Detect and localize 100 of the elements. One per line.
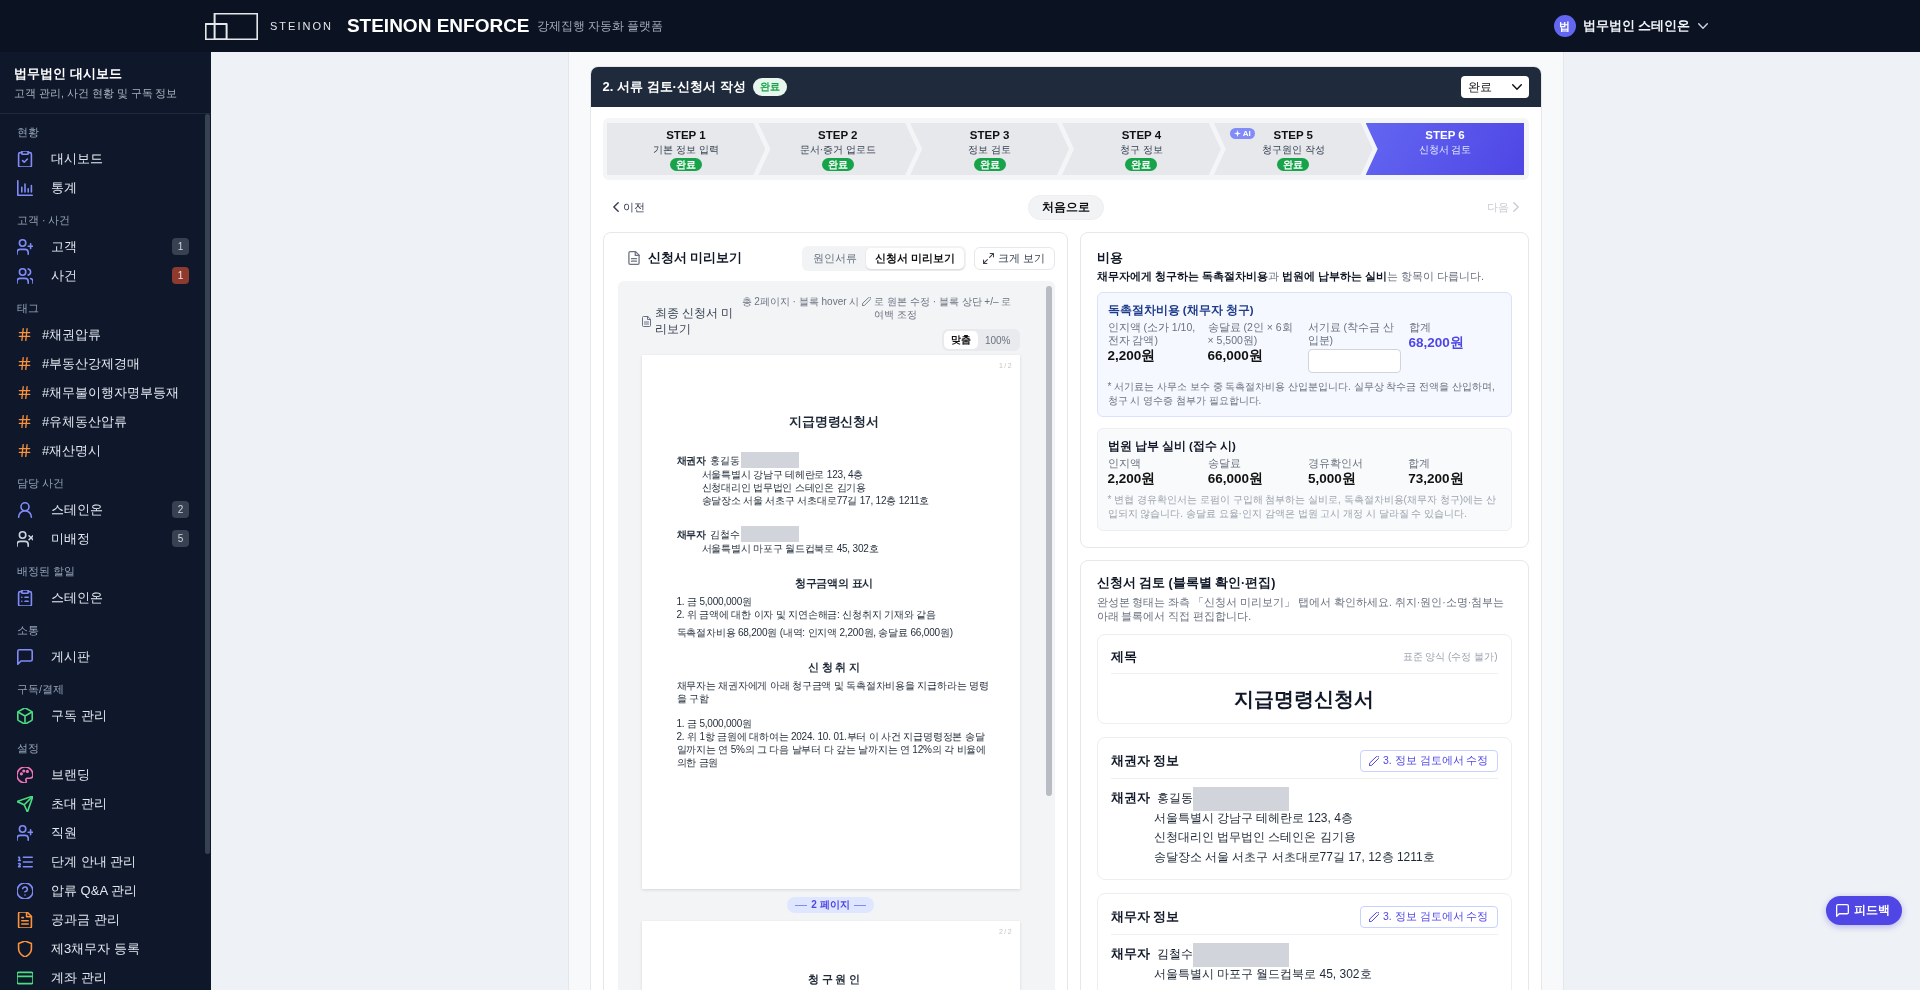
cost-value: 66,000원 <box>1207 470 1264 487</box>
page-divider: 2 페이지 <box>787 897 874 913</box>
document-heading: 청 구 원 인 <box>808 972 860 986</box>
hash-icon <box>18 386 31 399</box>
party-name: 홍길동 <box>1156 790 1193 808</box>
brand-name: STEINON <box>270 20 333 32</box>
step-tab[interactable]: STEP 2 문서·증거 업로드 완료 <box>758 123 918 175</box>
question-icon <box>17 882 33 899</box>
hint-text: 총 2페이지 · 블록 hover 시 <box>741 295 860 308</box>
view-tab[interactable]: 신청서 미리보기 <box>866 247 965 269</box>
scrollbar-thumb[interactable] <box>205 114 210 854</box>
note-text: * 서기료는 사무소 보수 중 독촉절차비용 산입분입니다. 실무상 착수금 전액을 산입하며, 청구 시 영수증 첨부가 필요합니다. <box>1107 380 1496 408</box>
home-button[interactable]: 처음으로 <box>1027 194 1104 220</box>
bar-chart-icon <box>17 179 33 196</box>
note-text: * 변협 경유확인서는 로펌이 구입해 첨부하는 실비로, 독촉절차비용(채무자 청구)에는 산입되지 않습니다. 송달료 요율·인지 감액은 법원 고시 개정 시 달라질 수 있습니다. <box>1107 493 1497 521</box>
pencil-icon <box>862 297 872 306</box>
document-icon <box>641 315 651 327</box>
sidebar-item[interactable]: 스테인온 <box>6 583 205 612</box>
section-heading: 태그 <box>16 301 40 316</box>
sidebar-item[interactable]: 게시판 <box>6 642 205 671</box>
list-item: 2. 위 금액에 대한 이자 및 지연손해금: 신청취지 기재와 같음 <box>676 608 937 621</box>
sidebar-item[interactable]: #유체동산압류 <box>6 407 205 436</box>
paragraph: 독촉절차비용 68,200원 (내역: 인지액 2,200원, 송달료 66,000원) <box>676 626 954 639</box>
party-detail-line: 신청대리인 법무법인 스테인온 김기용 <box>1152 829 1357 846</box>
hash-icon <box>18 357 31 370</box>
user-x-icon <box>17 530 33 547</box>
sparkle-icon <box>1233 130 1241 137</box>
sidebar-subtitle: 고객 관리, 사건 현황 및 구독 정보 <box>14 86 179 100</box>
party-label: 채무자 <box>676 527 706 541</box>
sidebar-item[interactable]: 압류 Q&A 관리 <box>6 876 205 905</box>
chat-icon <box>1836 904 1849 917</box>
chevron-right-icon <box>1512 202 1519 212</box>
clipboard-list-icon <box>17 589 33 606</box>
previous-button[interactable]: 이전 <box>612 199 645 215</box>
sidebar-item[interactable]: 미배정 5 <box>6 524 205 553</box>
step-tab[interactable]: STEP 6 신청서 검토 <box>1365 123 1525 175</box>
edit-button[interactable]: 3. 정보 검토에서 수정 <box>1360 906 1498 928</box>
sidebar-item[interactable]: 제3채무자 등록 <box>6 934 205 963</box>
step-tab[interactable]: STEP 3 정보 검토 완료 <box>910 123 1069 175</box>
party-detail-line: 송달장소 서울 서초구 서초대로77길 17, 12층 1211호 <box>1152 848 1436 866</box>
cost-value: 5,000원 <box>1308 470 1356 487</box>
zoom-option[interactable]: 맞춤 <box>943 331 978 349</box>
document-icon <box>17 911 33 928</box>
sidebar-item[interactable]: #채권압류 <box>6 320 205 349</box>
party-label: 채권자 <box>1110 790 1150 808</box>
section-heading: 설정 <box>16 741 40 756</box>
sidebar-item[interactable]: 고객 1 <box>6 232 205 261</box>
user-plus-icon <box>17 238 33 255</box>
amount-field[interactable] <box>1307 349 1401 373</box>
step-tab[interactable]: STEP 1 기본 정보 입력 완료 <box>606 123 766 175</box>
expand-icon <box>983 252 995 264</box>
expand-button[interactable]: 크게 보기 <box>974 246 1055 270</box>
view-tab[interactable]: 원인서류 <box>804 247 867 269</box>
edit-button[interactable]: 3. 정보 검토에서 수정 <box>1360 750 1498 772</box>
sidebar-item[interactable]: 통계 <box>6 173 205 202</box>
user-name[interactable]: 법무법인 스테인온 <box>1582 17 1690 35</box>
palette-icon <box>17 766 33 783</box>
sidebar-item[interactable]: 공과금 관리 <box>6 905 205 934</box>
step-tab[interactable]: AI STEP 5 청구원인 작성 완료 <box>1213 123 1373 175</box>
sidebar-item[interactable]: 구독 관리 <box>6 701 205 730</box>
sidebar-item[interactable]: 계좌 관리 <box>6 963 205 990</box>
party-detail-line: 서울특별시 강남구 테헤란로 123, 4층 <box>701 469 864 480</box>
section-heading: 소통 <box>16 623 40 638</box>
sidebar-item[interactable]: 스테인온 2 <box>6 495 205 524</box>
sidebar-item[interactable]: 대시보드 <box>6 144 205 173</box>
zoom-option[interactable]: 100% <box>977 331 1018 349</box>
sidebar-item[interactable]: #재산명시 <box>6 436 205 465</box>
ai-label: AI <box>1242 129 1251 138</box>
sidebar-item[interactable]: 사건 1 <box>6 261 205 290</box>
document-heading: 신 청 취 지 <box>808 660 860 674</box>
status-select[interactable]: 완료 <box>1460 76 1529 98</box>
feedback-button[interactable]: 피드백 <box>1826 896 1902 925</box>
list-item: 1. 금 5,000,000원 <box>676 717 753 730</box>
panel-title: 신청서 미리보기 <box>647 249 742 267</box>
shield-icon <box>17 940 33 957</box>
pencil-icon <box>1369 756 1379 766</box>
scrollbar-thumb[interactable] <box>1045 286 1052 796</box>
sidebar-item[interactable]: #부동산강제경매 <box>6 349 205 378</box>
cost-label: 송달료 <box>1207 457 1242 470</box>
party-detail-line: 신청대리인 법무법인 스테인온 김기용 <box>701 482 867 493</box>
sidebar-item[interactable]: 초대 관리 <box>6 789 205 818</box>
group-title: 법원 납부 실비 (접수 시) <box>1107 439 1237 454</box>
chevron-down-icon <box>1511 84 1522 90</box>
user-plus-icon <box>17 824 33 841</box>
section-heading: 현황 <box>16 125 40 140</box>
sidebar-item[interactable]: #채무불이행자명부등재 <box>6 378 205 407</box>
send-icon <box>17 795 33 812</box>
list-item: 2. 위 1항 금원에 대하여는 2024. 10. 01.부터 이 사건 지급명령정본 송달일까지는 연 5%의 그 다음 날부터 다 갚는 날까지는 연 12%의 각 비율에 의한 금원 <box>676 730 987 769</box>
count-badge: 2 <box>172 501 189 518</box>
sidebar-item[interactable]: 단계 안내 관리 <box>6 847 205 876</box>
cost-label: 합계 <box>1408 457 1432 470</box>
sidebar-item[interactable]: 브랜딩 <box>6 760 205 789</box>
sidebar-item[interactable]: 직원 <box>6 818 205 847</box>
status-badge: 완료 <box>1125 158 1158 171</box>
document-heading: 청구금액의 표시 <box>794 576 874 590</box>
stage-title: 2. 서류 검토·신청서 작성 <box>602 78 746 96</box>
cost-value: 68,200원 <box>1408 334 1464 351</box>
avatar[interactable]: 법 <box>1553 15 1576 37</box>
chevron-left-icon <box>612 202 619 212</box>
step-tab[interactable]: STEP 4 청구 정보 완료 <box>1062 123 1221 175</box>
